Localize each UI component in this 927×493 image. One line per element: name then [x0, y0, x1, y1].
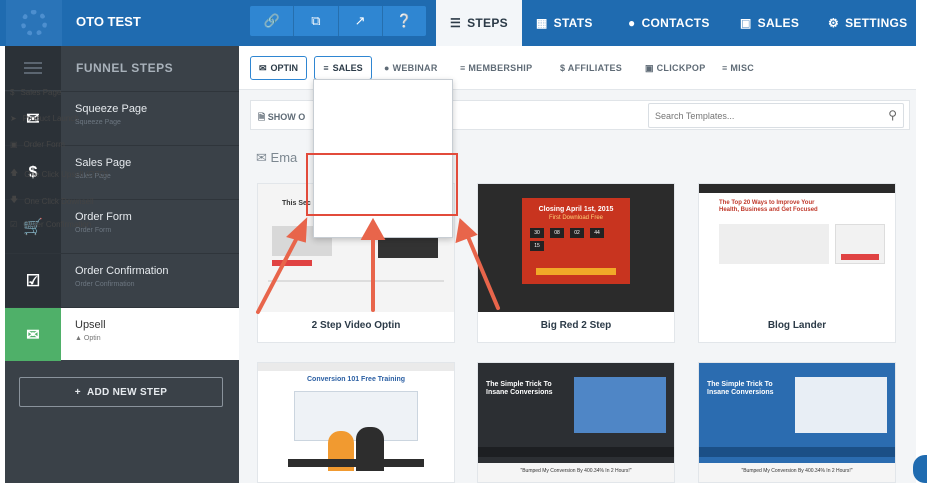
app-window: OTO TEST 🔗 ⧉ ↗ ❔ ☰ STEPS ▦ STATS ● CONTACTS…	[0, 0, 927, 493]
sidebar-step-upsell[interactable]: ✉ Upsell ▲ Optin	[5, 307, 239, 361]
highlight-box	[306, 153, 458, 216]
search-templates: ⚲	[648, 103, 904, 128]
dollar-icon: $	[560, 63, 566, 73]
template-label: Blog Lander	[767, 320, 827, 331]
clickpop-icon: ▣	[645, 63, 654, 73]
envelope-icon: ✉	[256, 150, 267, 165]
section-heading: ✉ Ema	[256, 150, 298, 165]
category-sales[interactable]: ≡ SALES	[314, 56, 372, 80]
template-card-conversion-training[interactable]: Conversion 101 Free Training	[257, 362, 455, 483]
template-card-simple-trick-dark[interactable]: The Simple Trick To Insane Conversions "…	[477, 362, 675, 483]
sidebar-step-order-confirmation[interactable]: ☑ Order Confirmation Order Confirmation	[5, 253, 239, 307]
tab-contacts[interactable]: ● CONTACTS	[628, 0, 710, 46]
users-icon: ●	[628, 16, 636, 30]
category-affiliates[interactable]: $ AFFILIATES	[560, 63, 622, 73]
envelope-icon: ✉	[5, 308, 61, 361]
cart-icon: ▣	[10, 140, 18, 149]
dollar-box-icon: ▣	[740, 16, 752, 30]
envelope-icon: ✉	[258, 62, 267, 73]
gear-icon: ⚙	[828, 16, 840, 30]
search-input[interactable]	[655, 108, 875, 124]
tab-steps[interactable]: ☰ STEPS	[436, 0, 522, 46]
link-icon[interactable]: 🔗	[250, 6, 295, 36]
template-card-blog-lander[interactable]: The Top 20 Ways to Improve Your Health, …	[698, 183, 896, 343]
category-webinar[interactable]: ● WEBINAR	[384, 63, 438, 73]
template-preview: The Simple Trick To Insane Conversions "…	[478, 363, 674, 482]
copy-icon[interactable]: ⧉	[294, 6, 339, 36]
plus-icon: +	[74, 386, 87, 398]
show-filter[interactable]: 🗎 SHOW O	[258, 110, 305, 126]
search-icon[interactable]: ⚲	[888, 108, 897, 122]
rocket-icon: ➤	[10, 114, 17, 123]
template-card-big-red-2-step[interactable]: Closing April 1st, 2015 First Download F…	[477, 183, 675, 343]
bar-chart-icon: ▦	[536, 16, 548, 30]
template-preview: Closing April 1st, 2015 First Download F…	[478, 184, 674, 312]
checkbox-icon: ☑	[5, 254, 61, 307]
help-icon[interactable]: ❔	[383, 6, 426, 36]
tab-settings[interactable]: ⚙ SETTINGS	[828, 0, 907, 46]
membership-icon: ≡	[460, 63, 466, 73]
category-membership[interactable]: ≡ MEMBERSHIP	[460, 63, 532, 73]
sidebar-menu-icon[interactable]	[5, 46, 61, 90]
tab-stats[interactable]: ▦ STATS	[536, 0, 593, 46]
tab-sales[interactable]: ▣ SALES	[740, 0, 799, 46]
funnel-action-buttons: 🔗 ⧉ ↗ ❔	[250, 6, 426, 36]
dropdown-item-order-form[interactable]: ▣ Order Form	[10, 140, 65, 149]
checkbox-icon: ☑	[10, 220, 18, 229]
misc-icon: ≡	[722, 63, 728, 73]
template-preview: The Simple Trick To Insane Conversions "…	[699, 363, 895, 482]
dropdown-item-sales-page[interactable]: $ Sales Page	[10, 88, 61, 97]
dropdown-item-one-click-downsell[interactable]: 🡇 One Click Downsell	[10, 194, 94, 208]
template-preview: Conversion 101 Free Training	[258, 363, 454, 482]
dropdown-item-product-launch[interactable]: ➤ Product Launch	[10, 114, 79, 123]
chat-help-bubble[interactable]	[913, 455, 927, 483]
microphone-icon: ●	[384, 63, 390, 73]
category-optin[interactable]: ✉ OPTIN	[250, 56, 307, 80]
warning-icon: ▲	[75, 335, 82, 342]
arrow-up-icon: 🡅	[10, 168, 19, 177]
category-misc[interactable]: ≡ MISC	[722, 63, 754, 73]
add-new-step-button[interactable]: + ADD NEW STEP	[19, 377, 223, 407]
list-icon: ☰	[450, 16, 462, 30]
funnel-title: OTO TEST	[76, 14, 141, 29]
document-icon: 🗎	[258, 112, 266, 122]
logo[interactable]	[6, 0, 62, 46]
template-preview: The Top 20 Ways to Improve Your Health, …	[699, 184, 895, 312]
template-label: Big Red 2 Step	[540, 320, 612, 331]
sidebar-header: FUNNEL STEPS	[76, 61, 174, 75]
dropdown-item-one-click-upsell[interactable]: 🡅 One Click Upsell (OTO)	[10, 167, 108, 181]
list-icon: ≡	[323, 63, 329, 73]
arrow-down-icon: 🡇	[10, 195, 19, 204]
template-card-simple-trick-blue[interactable]: The Simple Trick To Insane Conversions "…	[698, 362, 896, 483]
external-link-icon[interactable]: ↗	[339, 6, 383, 36]
template-label: 2 Step Video Optin	[311, 320, 401, 331]
category-clickpop[interactable]: ▣ CLICKPOP	[645, 63, 706, 74]
logo-gear-icon	[21, 10, 47, 36]
dollar-icon: $	[10, 88, 15, 97]
dropdown-item-order-confirmation[interactable]: ☑ Order Confirmation	[10, 220, 91, 229]
